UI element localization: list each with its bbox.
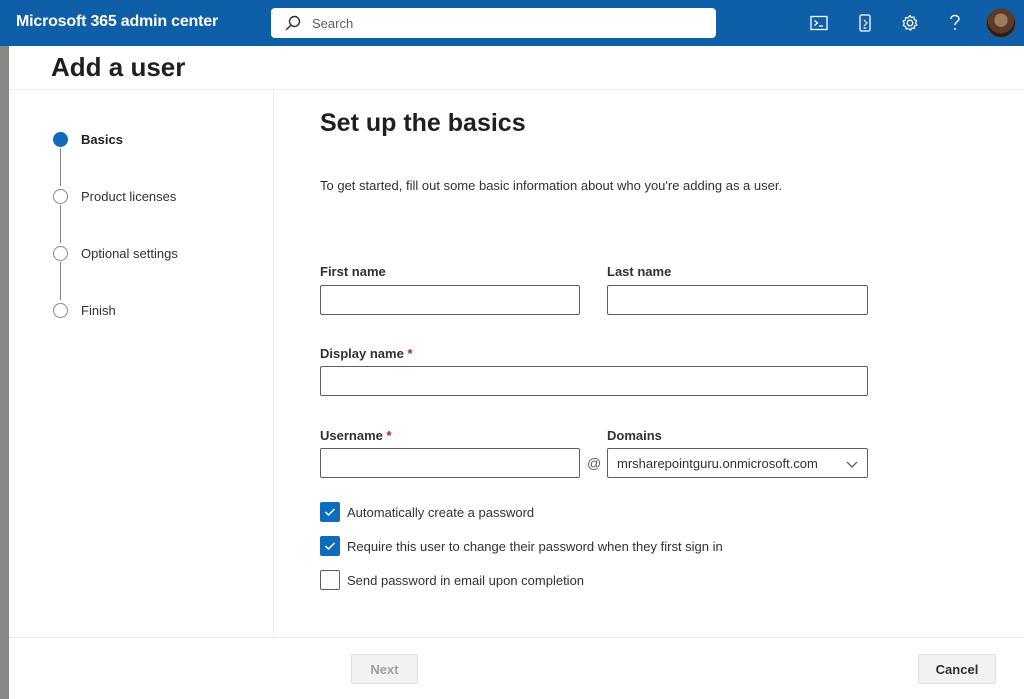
display-name-label: Display name *	[320, 346, 413, 361]
at-sign: @	[587, 455, 602, 471]
first-name-label: First name	[320, 264, 386, 279]
header-divider	[9, 89, 1024, 90]
page-title: Add a user	[51, 52, 186, 82]
cancel-button[interactable]: Cancel	[918, 654, 996, 684]
chevron-down-icon	[846, 461, 858, 468]
intro-text: To get started, fill out some basic info…	[320, 178, 783, 193]
require-change-checkbox[interactable]	[320, 536, 340, 556]
auto-password-checkbox[interactable]	[320, 502, 340, 522]
app-title[interactable]: Microsoft 365 admin center	[16, 13, 218, 31]
first-name-field[interactable]	[320, 285, 580, 315]
step-label: Product licenses	[81, 189, 177, 204]
mobile-app-icon[interactable]	[854, 12, 876, 34]
checkbox-label: Automatically create a password	[347, 504, 535, 520]
stepper-divider	[273, 90, 274, 637]
top-bar: Microsoft 365 admin center	[0, 0, 1024, 46]
search-box[interactable]	[271, 8, 716, 38]
send-email-option[interactable]: Send password in email upon completion	[320, 570, 584, 590]
display-name-field[interactable]	[320, 366, 868, 396]
required-mark: *	[407, 346, 413, 361]
step-connector	[60, 205, 61, 243]
search-input[interactable]	[312, 8, 702, 38]
username-field[interactable]	[320, 448, 580, 478]
terminal-icon[interactable]	[808, 12, 830, 34]
checkbox-label: Send password in email upon completion	[347, 572, 585, 588]
step-connector	[60, 262, 61, 300]
step-basics[interactable]: Basics	[53, 132, 123, 147]
avatar[interactable]	[986, 8, 1016, 38]
send-email-checkbox[interactable]	[320, 570, 340, 590]
last-name-label: Last name	[607, 264, 672, 279]
last-name-field[interactable]	[607, 285, 868, 315]
help-icon[interactable]	[944, 12, 966, 34]
username-label: Username *	[320, 428, 392, 443]
auto-password-option[interactable]: Automatically create a password	[320, 502, 534, 522]
step-label: Optional settings	[81, 246, 178, 261]
step-connector	[60, 148, 61, 186]
left-edge-strip	[0, 46, 9, 699]
step-product-licenses[interactable]: Product licenses	[53, 189, 176, 204]
domains-dropdown[interactable]: mrsharepointguru.onmicrosoft.com	[607, 448, 868, 478]
checkbox-label: Require this user to change their passwo…	[347, 538, 723, 554]
username-label-text: Username	[320, 428, 383, 443]
step-indicator	[53, 246, 68, 261]
step-label: Finish	[81, 303, 116, 318]
display-name-label-text: Display name	[320, 346, 404, 361]
step-indicator	[53, 303, 68, 318]
checkmark-icon	[324, 542, 336, 551]
search-icon	[285, 15, 301, 31]
step-indicator	[53, 189, 68, 204]
domains-label: Domains	[607, 428, 662, 443]
step-optional-settings[interactable]: Optional settings	[53, 246, 178, 261]
step-finish[interactable]: Finish	[53, 303, 116, 318]
footer-divider	[9, 637, 1024, 638]
checkmark-icon	[324, 508, 336, 517]
require-change-option[interactable]: Require this user to change their passwo…	[320, 536, 723, 556]
section-title: Set up the basics	[320, 109, 526, 137]
step-label: Basics	[81, 132, 123, 147]
next-button[interactable]: Next	[351, 654, 418, 684]
step-indicator-active	[53, 132, 68, 147]
required-mark: *	[386, 428, 392, 443]
gear-icon[interactable]	[899, 12, 921, 34]
domains-selected-value: mrsharepointguru.onmicrosoft.com	[617, 456, 818, 471]
